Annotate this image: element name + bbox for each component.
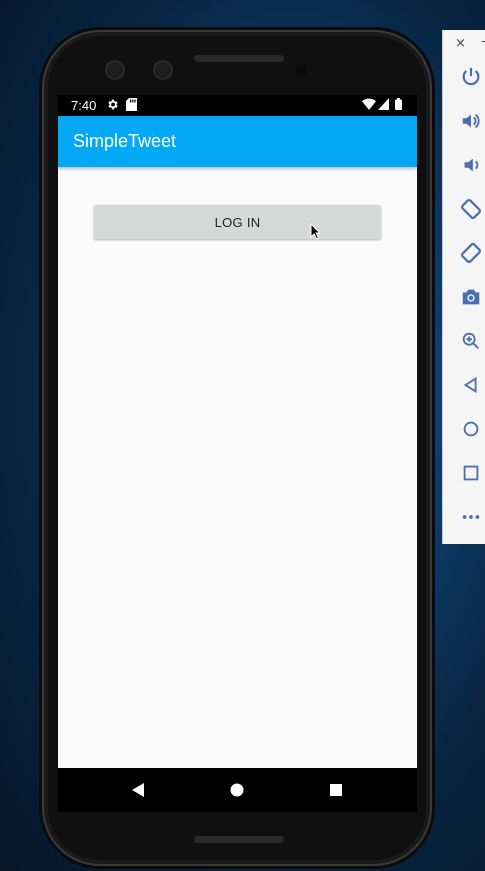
mouse-cursor-icon [310, 223, 322, 240]
more-icon [462, 515, 480, 519]
home-icon [463, 421, 479, 437]
camera-icon [462, 289, 480, 305]
emulator-minimize-button[interactable]: – [481, 34, 485, 49]
device-screen: 7:40 SimpleTweet LOG IN [58, 95, 417, 808]
volume-up-icon [462, 113, 480, 129]
emulator-close-button[interactable]: × [455, 36, 466, 51]
emulator-screenshot-button[interactable] [443, 280, 485, 312]
recents-icon [330, 784, 342, 796]
cell-signal-icon [378, 98, 389, 110]
proximity-sensor [295, 65, 307, 77]
app-title: SimpleTweet [73, 131, 177, 151]
emulator-zoom-button[interactable] [443, 324, 485, 356]
volume-down-icon [464, 158, 479, 172]
navigation-bar [58, 768, 417, 812]
bottom-speaker [194, 836, 284, 843]
nav-back-button[interactable] [118, 768, 158, 812]
overview-icon [463, 465, 479, 481]
nav-home-button[interactable] [217, 768, 257, 812]
battery-icon [395, 98, 402, 110]
emulator-rotate-right-button[interactable] [443, 236, 485, 268]
login-button[interactable]: LOG IN [94, 205, 381, 239]
emulator-volume-down-button[interactable] [443, 148, 485, 180]
emulator-back-button[interactable] [443, 368, 485, 400]
emulator-volume-up-button[interactable] [443, 104, 485, 136]
settings-icon [108, 99, 118, 110]
back-icon [463, 376, 477, 394]
status-bar: 7:40 [58, 95, 417, 116]
emulator-power-button[interactable] [443, 60, 485, 92]
emulator-more-button[interactable] [443, 500, 485, 532]
home-icon [230, 783, 244, 797]
sd-card-icon [126, 98, 137, 111]
front-camera-secondary [155, 62, 171, 78]
nav-recents-button[interactable] [316, 768, 356, 812]
front-camera [107, 62, 123, 78]
emulator-overview-button[interactable] [443, 456, 485, 488]
top-speaker [194, 55, 284, 62]
wifi-icon [362, 98, 376, 110]
emulator-toolbar: × – [442, 30, 485, 544]
app-bar: SimpleTweet [58, 116, 417, 167]
rotate-right-icon [460, 242, 482, 264]
power-icon [462, 67, 480, 86]
zoom-icon [462, 332, 479, 349]
back-icon [132, 783, 144, 797]
rotate-left-icon [460, 198, 482, 220]
status-time: 7:40 [71, 98, 97, 113]
emulator-rotate-left-button[interactable] [443, 192, 485, 224]
emulator-home-button[interactable] [443, 412, 485, 444]
